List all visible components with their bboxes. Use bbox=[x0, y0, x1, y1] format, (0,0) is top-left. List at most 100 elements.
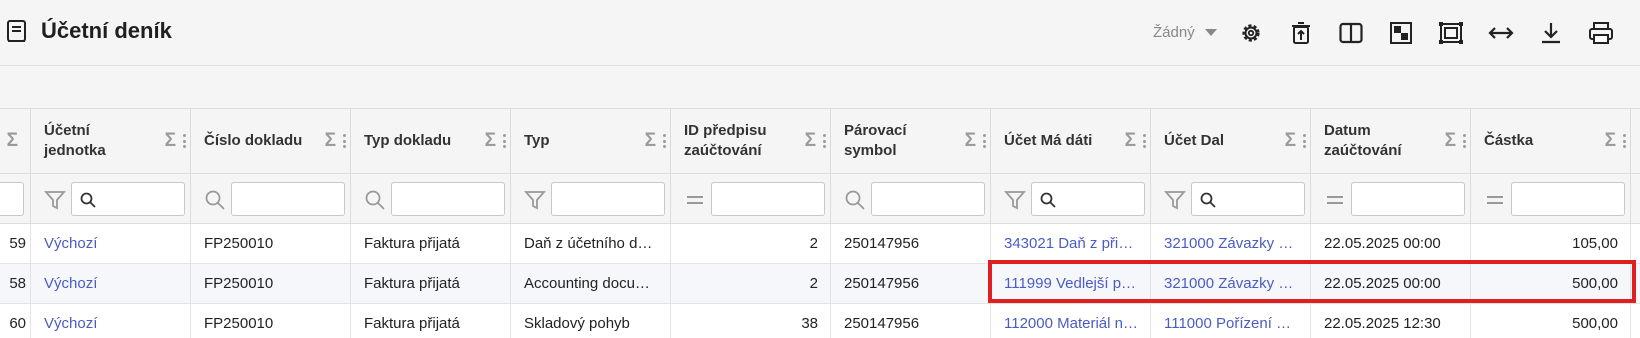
cell-ucet-ma-dati[interactable]: 111999 Vedlejší pořizovací náklady bbox=[991, 264, 1151, 303]
column-menu-icon[interactable] bbox=[1303, 134, 1306, 148]
sigma-icon[interactable]: Σ bbox=[1605, 130, 1616, 152]
expand-width-button[interactable] bbox=[1486, 18, 1516, 48]
column-header-ucet-ma-dati[interactable]: Účet Má dáti Σ bbox=[991, 109, 1151, 173]
funnel-icon[interactable] bbox=[1004, 189, 1026, 211]
column-header-parovaci-symbol[interactable]: Párovací symbol Σ bbox=[831, 109, 991, 173]
sigma-icon[interactable]: Σ bbox=[7, 130, 18, 152]
column-header-ucetni-jednotka[interactable]: Účetní jednotka Σ bbox=[31, 109, 191, 173]
search-icon bbox=[845, 190, 865, 210]
table-row[interactable]: 60 Výchozí FP250010 Faktura přijatá Skla… bbox=[0, 304, 1640, 338]
equals-icon[interactable] bbox=[684, 189, 706, 211]
cell-parovaci-symbol: 250147956 bbox=[831, 224, 991, 263]
cell-id: 60 bbox=[0, 304, 31, 338]
chevron-down-icon bbox=[1204, 29, 1217, 36]
filter-input[interactable] bbox=[551, 182, 665, 216]
filter-cell-parovaci-symbol bbox=[831, 174, 991, 223]
column-menu-icon[interactable] bbox=[343, 134, 346, 148]
cell-ucetni-jednotka[interactable]: Výchozí bbox=[31, 224, 191, 263]
cell-id: 59 bbox=[0, 224, 31, 263]
filter-input[interactable] bbox=[711, 182, 825, 216]
search-icon bbox=[80, 192, 96, 208]
funnel-icon[interactable] bbox=[44, 189, 66, 211]
equals-icon[interactable] bbox=[1324, 189, 1346, 211]
journal-grid: Σ Účetní jednotka Σ Číslo dokladu Σ Typ … bbox=[0, 108, 1640, 338]
cell-typ-dokladu: Faktura přijatá bbox=[351, 304, 511, 338]
toolbar-band bbox=[0, 66, 1640, 108]
cell-ucet-ma-dati[interactable]: 343021 Daň z přidané hodnoty bbox=[991, 224, 1151, 263]
split-view-button[interactable] bbox=[1336, 18, 1366, 48]
cell-id-predpisu: 2 bbox=[671, 264, 831, 303]
table-row[interactable]: 58 Výchozí FP250010 Faktura přijatá Acco… bbox=[0, 264, 1640, 304]
cell-ucet-dal[interactable]: 321000 Závazky z obchodních vztahů bbox=[1151, 224, 1311, 263]
cell-ucet-ma-dati[interactable]: 112000 Materiál na skladě bbox=[991, 304, 1151, 338]
column-menu-icon[interactable] bbox=[663, 134, 666, 148]
filter-cell-id bbox=[0, 174, 31, 223]
filter-input[interactable] bbox=[1351, 182, 1465, 216]
cell-typ-dokladu: Faktura přijatá bbox=[351, 264, 511, 303]
quadrant-icon bbox=[1390, 22, 1412, 44]
filter-input[interactable] bbox=[1031, 182, 1145, 216]
column-menu-icon[interactable] bbox=[1143, 134, 1146, 148]
layout-select-value: Žádný bbox=[1153, 24, 1195, 41]
filter-input[interactable] bbox=[71, 182, 185, 216]
download-button[interactable] bbox=[1536, 18, 1566, 48]
table-row[interactable]: 59 Výchozí FP250010 Faktura přijatá Daň … bbox=[0, 224, 1640, 264]
sigma-icon[interactable]: Σ bbox=[485, 130, 496, 152]
cell-datum-zauctovani: 22.05.2025 12:30 bbox=[1311, 304, 1471, 338]
quadrant-button[interactable] bbox=[1386, 18, 1416, 48]
column-header-typ-dokladu[interactable]: Typ dokladu Σ bbox=[351, 109, 511, 173]
cell-ucetni-jednotka[interactable]: Výchozí bbox=[31, 304, 191, 338]
sigma-icon[interactable]: Σ bbox=[1445, 130, 1456, 152]
column-menu-icon[interactable] bbox=[1463, 134, 1466, 148]
cell-ucet-dal[interactable]: 321000 Závazky z obchodních vztahů bbox=[1151, 264, 1311, 303]
column-header-id[interactable]: Σ bbox=[0, 109, 31, 173]
cell-typ: Accounting document bbox=[511, 264, 671, 303]
filter-cell-ucet-ma-dati bbox=[991, 174, 1151, 223]
filter-cell-ucetni-jednotka bbox=[31, 174, 191, 223]
funnel-icon[interactable] bbox=[524, 189, 546, 211]
delete-button[interactable] bbox=[1286, 18, 1316, 48]
sigma-icon[interactable]: Σ bbox=[645, 130, 656, 152]
cell-ucet-dal[interactable]: 111000 Pořízení materiálu bbox=[1151, 304, 1311, 338]
column-header-datum-zauctovani[interactable]: Datum zaúčtování Σ bbox=[1311, 109, 1471, 173]
settings-button[interactable] bbox=[1236, 18, 1266, 48]
sigma-icon[interactable]: Σ bbox=[965, 130, 976, 152]
cell-ucetni-jednotka[interactable]: Výchozí bbox=[31, 264, 191, 303]
page-header: Účetní deník Žádný bbox=[0, 0, 1640, 66]
cell-parovaci-symbol: 250147956 bbox=[831, 304, 991, 338]
filter-input[interactable] bbox=[1511, 182, 1625, 216]
filter-input[interactable] bbox=[871, 182, 985, 216]
column-header-id-predpisu[interactable]: ID předpisu zaúčtování Σ bbox=[671, 109, 831, 173]
column-menu-icon[interactable] bbox=[823, 134, 826, 148]
sigma-icon[interactable]: Σ bbox=[805, 130, 816, 152]
column-header-cislo-dokladu[interactable]: Číslo dokladu Σ bbox=[191, 109, 351, 173]
cell-id-predpisu: 2 bbox=[671, 224, 831, 263]
column-header-typ[interactable]: Typ Σ bbox=[511, 109, 671, 173]
filter-input[interactable] bbox=[231, 182, 345, 216]
sigma-icon[interactable]: Σ bbox=[1285, 130, 1296, 152]
filter-input[interactable] bbox=[0, 182, 24, 216]
layout-select[interactable]: Žádný bbox=[1153, 24, 1217, 41]
grid-header-row: Σ Účetní jednotka Σ Číslo dokladu Σ Typ … bbox=[0, 108, 1640, 174]
column-menu-icon[interactable] bbox=[183, 134, 186, 148]
column-menu-icon[interactable] bbox=[1623, 134, 1626, 148]
sigma-icon[interactable]: Σ bbox=[1125, 130, 1136, 152]
filter-cell-cislo-dokladu bbox=[191, 174, 351, 223]
funnel-icon[interactable] bbox=[1164, 189, 1186, 211]
column-menu-icon[interactable] bbox=[503, 134, 506, 148]
search-icon bbox=[365, 190, 385, 210]
equals-icon[interactable] bbox=[1484, 189, 1506, 211]
column-header-ucet-dal[interactable]: Účet Dal Σ bbox=[1151, 109, 1311, 173]
filter-cell-id-predpisu bbox=[671, 174, 831, 223]
column-header-castka[interactable]: Částka Σ bbox=[1471, 109, 1631, 173]
gear-icon bbox=[1242, 24, 1260, 42]
filter-input[interactable] bbox=[1191, 182, 1305, 216]
filter-input[interactable] bbox=[391, 182, 505, 216]
sigma-icon[interactable]: Σ bbox=[325, 130, 336, 152]
print-button[interactable] bbox=[1586, 18, 1616, 48]
cell-cislo-dokladu: FP250010 bbox=[191, 224, 351, 263]
fit-frame-button[interactable] bbox=[1436, 18, 1466, 48]
sigma-icon[interactable]: Σ bbox=[165, 130, 176, 152]
fit-frame-icon bbox=[1439, 22, 1463, 44]
column-menu-icon[interactable] bbox=[983, 134, 986, 148]
